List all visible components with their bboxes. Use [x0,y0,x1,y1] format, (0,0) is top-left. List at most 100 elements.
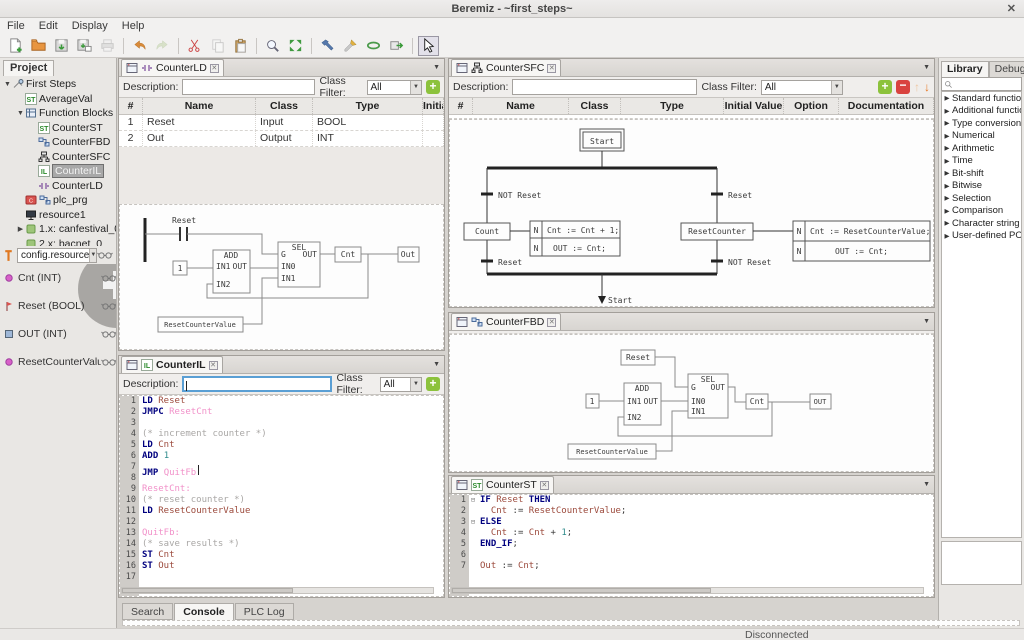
scrollbar-thumb[interactable] [452,588,712,593]
expander-icon[interactable]: ▼ [3,81,12,88]
tab-counterld[interactable]: CounterLD ✕ [121,59,224,76]
project-tab[interactable]: Project [3,60,55,76]
close-icon[interactable]: ✕ [208,360,218,370]
library-item-arithmetic[interactable]: ▶ Arithmetic [942,142,1021,155]
library-item-type-conversion[interactable]: ▶ Type conversion [942,117,1022,130]
il-code-editor[interactable]: 1 LD Reset 2 JMPC ResetCnt 3 4 (* increment co… [119,395,444,597]
tree-item-function-blocks[interactable]: ▼ Function Blocks [0,106,116,121]
chevron-down-icon[interactable]: ▼ [830,80,842,94]
description-input-focused[interactable] [182,376,333,392]
expander-icon[interactable]: ▶ [942,107,952,115]
close-icon[interactable]: ✕ [547,317,557,327]
add-variable-button[interactable]: + [426,377,440,391]
table-cell[interactable]: Reset [143,115,256,130]
tree-item-countersfc[interactable]: CounterSFC [0,150,116,165]
tree-item-counterfbd[interactable]: CounterFBD [0,135,116,150]
table-cell[interactable]: Out [143,131,256,146]
library-item-numerical[interactable]: ▶ Numerical [942,130,1021,143]
tab-counterst[interactable]: ST CounterST ✕ [451,476,554,493]
expander-icon[interactable]: ▶ [942,119,952,127]
code-line[interactable]: 1 LD Reset [120,396,443,407]
debug-glasses-icon[interactable] [97,250,113,260]
resource-combobox[interactable]: config.resource ▼ [17,247,97,263]
tab-debugger[interactable]: Debugger [988,61,1024,77]
code-line[interactable]: 2 Cnt := ResetCounterValue; [450,506,933,517]
debug-glasses-icon[interactable] [101,329,116,339]
library-item-comparison[interactable]: ▶ Comparison [942,205,1021,218]
move-up-button[interactable]: ↑ [914,80,920,94]
transfer-button[interactable] [386,36,407,56]
description-input[interactable] [512,79,698,95]
expander-icon[interactable]: ▶ [942,207,952,215]
add-variable-button[interactable]: + [426,80,440,94]
chevron-down-icon[interactable]: ▼ [410,377,421,391]
new-file-button[interactable] [5,36,26,56]
code-line[interactable]: 6 ADD 1 [120,451,443,462]
library-item-selection[interactable]: ▶ Selection [942,192,1021,205]
menu-display[interactable]: Display [65,20,115,32]
tab-counterfbd[interactable]: CounterFBD ✕ [451,313,562,330]
tab-list-icon[interactable]: ▼ [433,64,440,71]
connect-button[interactable] [363,36,384,56]
code-line[interactable]: 5 END_IF; [450,539,933,550]
add-variable-button[interactable]: + [878,80,892,94]
debug-variable-row[interactable]: OUT (INT) [0,320,116,348]
code-line[interactable]: 13 QuitFb: [120,528,443,539]
tree-item-1-x-canfestival-0[interactable]: ▶ 1.x: canfestival_0 [0,222,116,237]
fold-marker-icon[interactable]: ⊟ [469,517,477,528]
cut-button[interactable] [184,36,205,56]
debug-variable-row[interactable]: Reset (BOOL) [0,292,116,320]
ld-diagram-canvas[interactable]: Reset SEL G OUT IN0 IN1 ADD IN1 OUT IN2 1 Cnt Out Res… [119,204,444,350]
open-button[interactable] [28,36,49,56]
tree-item-counterst[interactable]: ST CounterST [0,121,116,136]
close-icon[interactable]: ✕ [547,63,557,73]
menu-file[interactable]: File [0,20,32,32]
search-button[interactable] [262,36,283,56]
paste-button[interactable] [230,36,251,56]
table-cell[interactable]: BOOL [313,115,423,130]
code-line[interactable]: 7 JMP QuitFb [120,462,443,478]
tab-list-icon[interactable]: ▼ [923,318,930,325]
library-item-user-defined-pous[interactable]: ▶User-defined POUs [942,230,1022,243]
code-line[interactable]: 2 JMPC ResetCnt [120,407,443,418]
code-line[interactable]: 16 ST Out [120,561,443,572]
code-line[interactable]: 3 [120,418,443,429]
fbd-diagram-canvas[interactable]: Reset SEL G OUT IN0 IN1 ADD IN1 OUT IN2 1 Cnt OUT Res… [449,334,934,472]
table-cell[interactable]: Output [256,131,313,146]
code-line[interactable]: 10 (* reset counter *) [120,495,443,506]
undo-button[interactable] [129,36,150,56]
table-row[interactable]: 1 Reset Input BOOL [119,115,444,131]
expander-icon[interactable]: ▶ [16,225,25,233]
debug-glasses-icon[interactable] [101,357,116,367]
debug-glasses-icon[interactable] [101,301,116,311]
fold-marker-icon[interactable]: ⊟ [469,495,477,506]
table-cell[interactable]: 2 [119,131,143,146]
code-line[interactable]: 6 [450,550,933,561]
tree-item-resource1[interactable]: resource1 [0,208,116,223]
code-line[interactable]: 12 [120,517,443,528]
table-row[interactable]: 2 Out Output INT [119,131,444,147]
library-item-standard-functions[interactable]: ▶Standard functions [942,92,1022,105]
chevron-down-icon[interactable]: ▼ [410,80,421,94]
code-line[interactable]: 4 (* increment counter *) [120,429,443,440]
expander-icon[interactable]: ▶ [942,219,952,227]
horizontal-scrollbar[interactable] [451,587,924,594]
horizontal-scrollbar[interactable] [121,587,434,594]
expander-icon[interactable]: ▶ [942,157,952,165]
code-line[interactable]: 8 [120,473,443,484]
table-cell[interactable]: INT [313,131,423,146]
tab-countersfc[interactable]: CounterSFC ✕ [451,59,562,76]
copy-button[interactable] [207,36,228,56]
table-cell[interactable] [423,131,444,146]
chevron-down-icon[interactable]: ▼ [89,248,97,262]
save-button[interactable] [51,36,72,56]
description-input[interactable] [182,79,316,95]
build-button[interactable] [317,36,338,56]
tree-item-counterld[interactable]: CounterLD [0,179,116,194]
expander-icon[interactable]: ▶ [942,169,952,177]
move-down-button[interactable]: ↓ [924,80,930,94]
console-output[interactable] [122,620,1020,626]
tab-library[interactable]: Library [941,61,989,77]
debug-variable-row[interactable]: Cnt (INT) [0,264,116,292]
library-item-additional-functions[interactable]: ▶Additional functions [942,105,1022,118]
